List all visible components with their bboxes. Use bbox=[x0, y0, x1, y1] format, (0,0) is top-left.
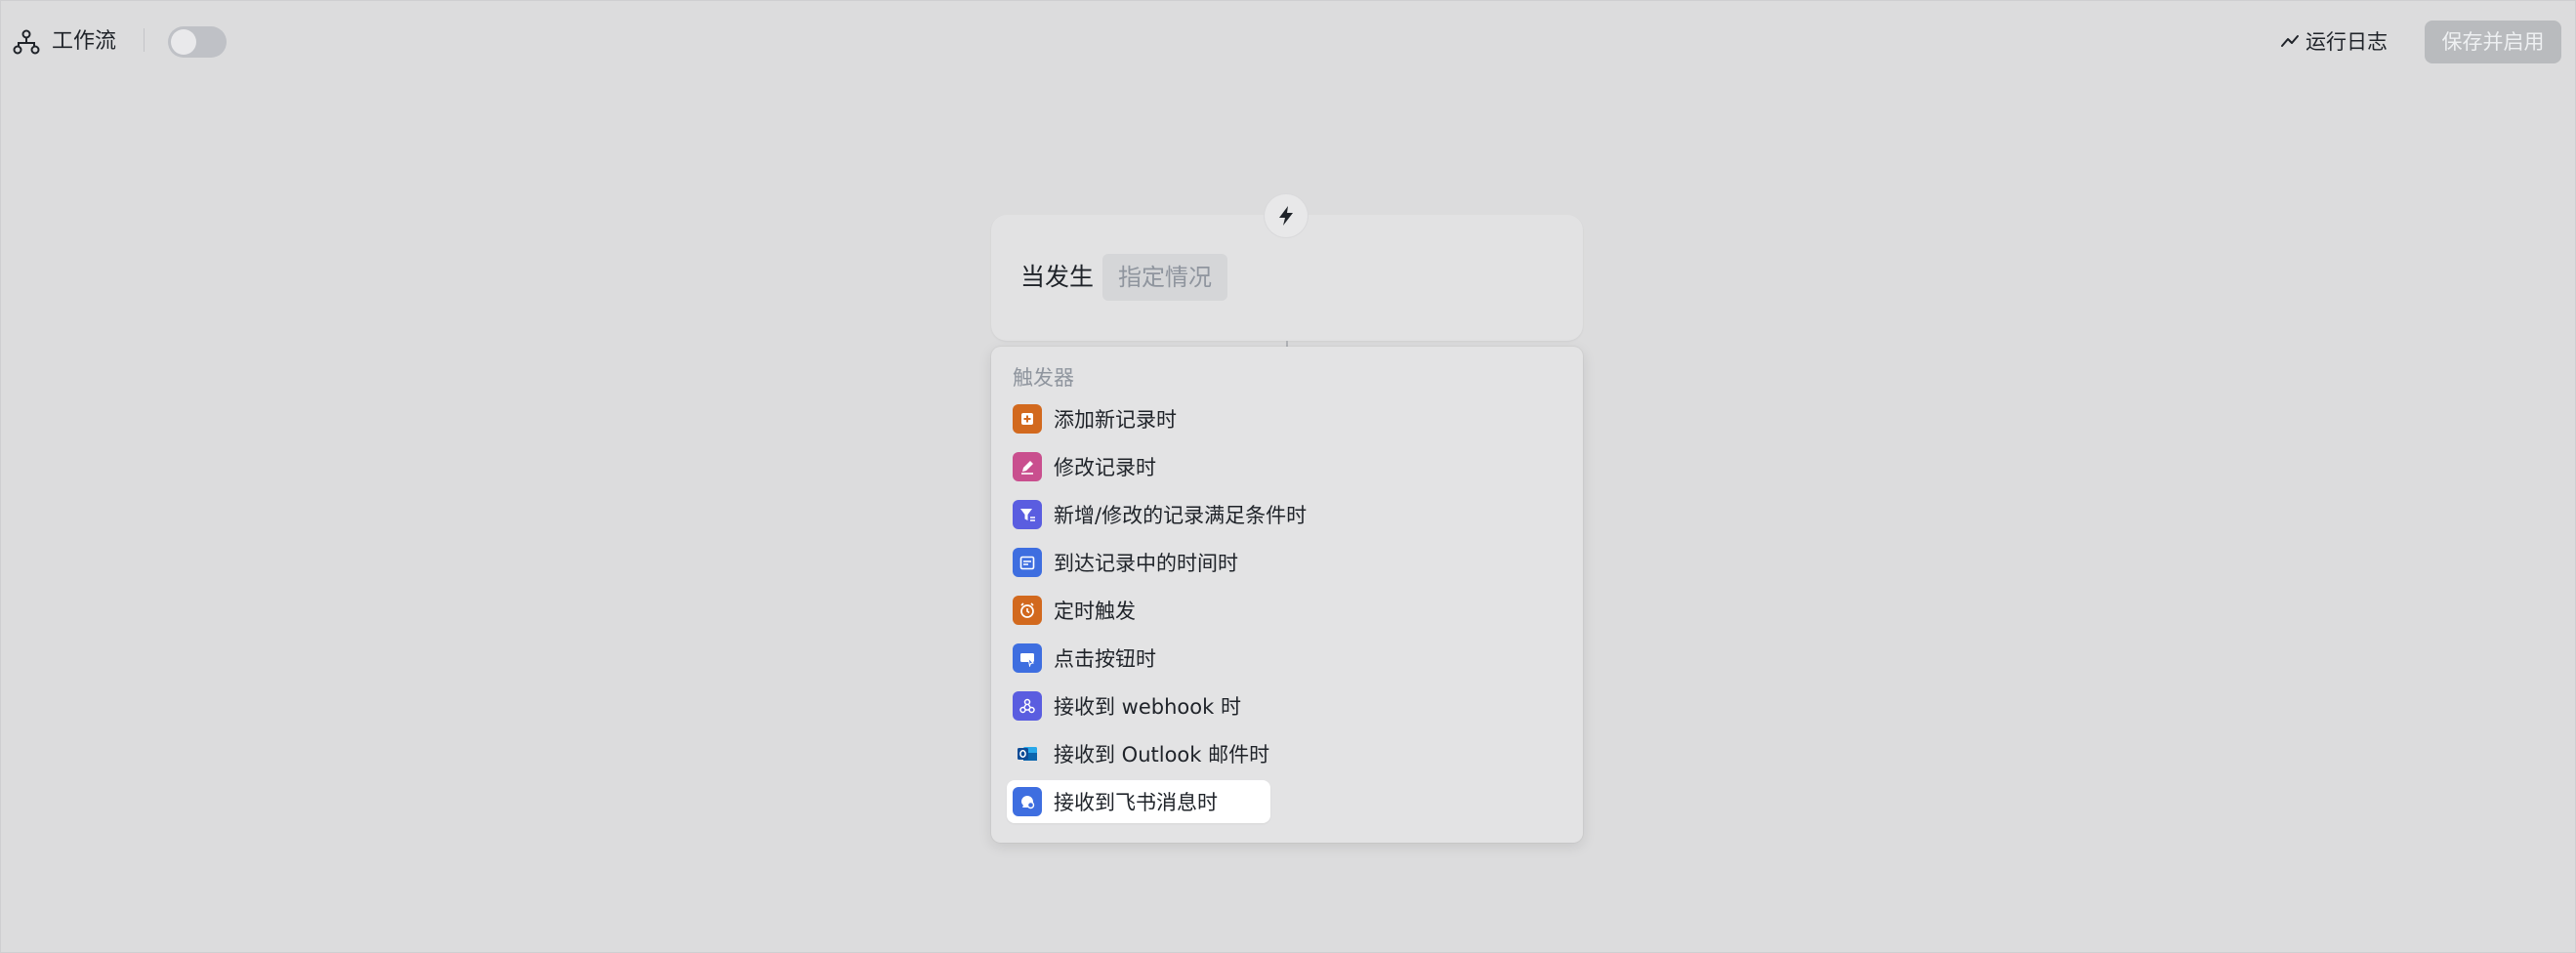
run-log-button[interactable]: 运行日志 bbox=[2280, 24, 2388, 58]
workflow-canvas: 工作流 运行日志 保存并启用 当发生 指定情况 触发器 添加新记录时 修改记录时… bbox=[0, 0, 2576, 953]
workflow-icon bbox=[13, 29, 40, 55]
enable-toggle[interactable] bbox=[168, 26, 227, 58]
trigger-menu: 触发器 添加新记录时 修改记录时 新增/修改的记录满足条件时 到达记录中的时间时 bbox=[991, 347, 1583, 843]
menu-item-button-click[interactable]: 点击按钮时 bbox=[1007, 637, 1270, 680]
calendar-icon bbox=[1013, 548, 1042, 577]
menu-header: 触发器 bbox=[1013, 366, 1074, 390]
toggle-knob bbox=[171, 29, 196, 55]
menu-item-scheduled[interactable]: 定时触发 bbox=[1007, 589, 1270, 632]
menu-item-label: 接收到 Outlook 邮件时 bbox=[1054, 743, 1270, 767]
menu-item-webhook[interactable]: 接收到 webhook 时 bbox=[1007, 684, 1270, 727]
menu-item-feishu-message[interactable]: 接收到飞书消息时 bbox=[1007, 780, 1270, 823]
save-and-enable-button[interactable]: 保存并启用 bbox=[2425, 21, 2561, 63]
menu-item-condition[interactable]: 新增/修改的记录满足条件时 bbox=[1007, 493, 1307, 536]
outlook-icon bbox=[1013, 739, 1042, 768]
menu-item-add-record[interactable]: 添加新记录时 bbox=[1007, 397, 1270, 440]
webhook-icon bbox=[1013, 691, 1042, 721]
edit-record-icon bbox=[1013, 452, 1042, 481]
trigger-placeholder-chip[interactable]: 指定情况 bbox=[1102, 254, 1227, 301]
workflow-title: 工作流 bbox=[52, 29, 117, 54]
menu-item-label: 点击按钮时 bbox=[1054, 647, 1156, 671]
menu-item-label: 修改记录时 bbox=[1054, 456, 1156, 479]
divider bbox=[144, 28, 145, 52]
menu-item-label: 接收到 webhook 时 bbox=[1054, 695, 1241, 719]
feishu-message-icon bbox=[1013, 787, 1042, 816]
menu-item-outlook[interactable]: 接收到 Outlook 邮件时 bbox=[1007, 732, 1270, 775]
menu-item-edit-record[interactable]: 修改记录时 bbox=[1007, 445, 1270, 488]
menu-item-label: 新增/修改的记录满足条件时 bbox=[1054, 504, 1308, 527]
trend-line-icon bbox=[2281, 35, 2299, 47]
menu-item-label: 接收到飞书消息时 bbox=[1054, 791, 1218, 814]
menu-item-label: 定时触发 bbox=[1054, 600, 1136, 623]
menu-item-label: 到达记录中的时间时 bbox=[1054, 552, 1238, 575]
menu-item-record-time[interactable]: 到达记录中的时间时 bbox=[1007, 541, 1270, 584]
lightning-icon bbox=[1265, 194, 1308, 237]
add-record-icon bbox=[1013, 404, 1042, 434]
trigger-prefix: 当发生 bbox=[1020, 263, 1095, 291]
run-log-label: 运行日志 bbox=[2306, 30, 2388, 54]
button-click-icon bbox=[1013, 643, 1042, 673]
menu-item-label: 添加新记录时 bbox=[1054, 408, 1177, 432]
filter-condition-icon bbox=[1013, 500, 1042, 529]
alarm-clock-icon bbox=[1013, 596, 1042, 625]
top-bar: 工作流 运行日志 保存并启用 bbox=[1, 1, 2575, 83]
